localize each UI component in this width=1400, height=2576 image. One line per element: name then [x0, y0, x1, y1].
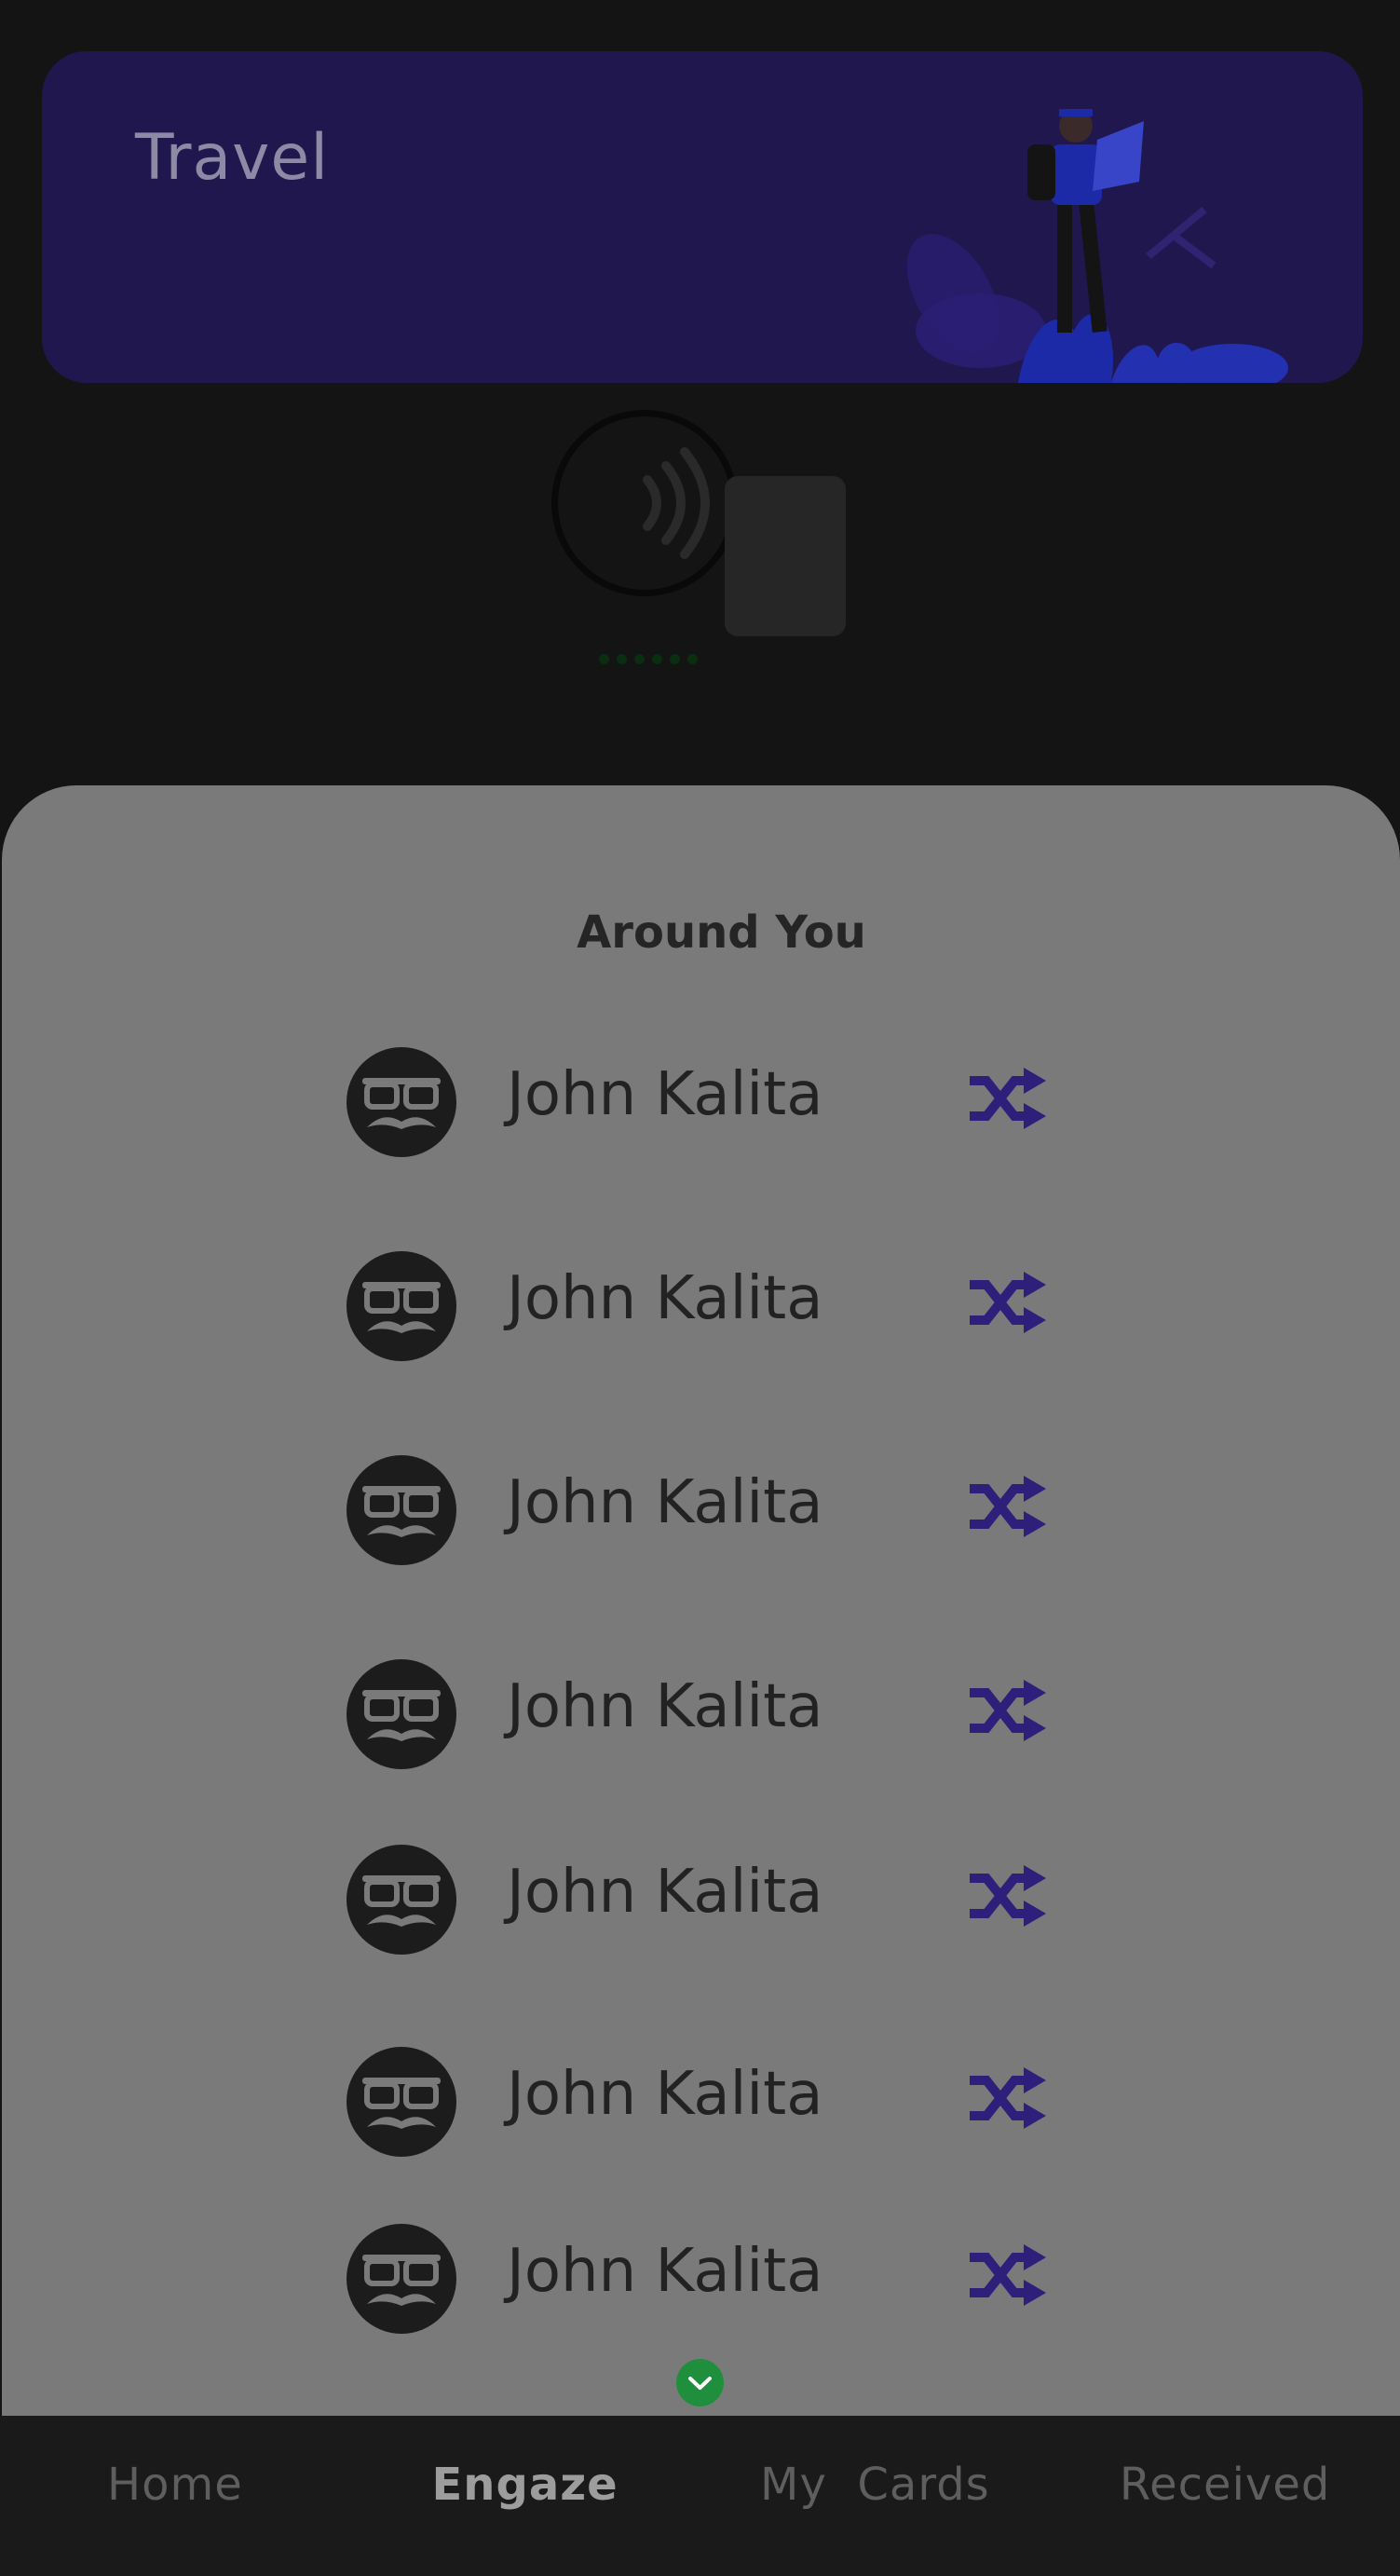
nfc-icon — [643, 447, 710, 559]
incognito-avatar-icon — [347, 1251, 456, 1361]
around-you-sheet: Around You — [2, 785, 1400, 2425]
person-name: John Kalita — [507, 2237, 823, 2306]
traveler-illustration — [906, 109, 1288, 383]
chevron-down-icon — [688, 2377, 712, 2390]
person-name: John Kalita — [507, 1264, 823, 1333]
banner-title: Travel — [135, 121, 330, 195]
person-name: John Kalita — [507, 2060, 823, 2129]
nav-received[interactable]: Received — [1050, 2416, 1400, 2576]
incognito-avatar-icon — [347, 1845, 456, 1955]
person-row[interactable]: John Kalita — [347, 1047, 1054, 1157]
expand-sheet-button[interactable] — [676, 2359, 724, 2406]
shuffle-swap-icon[interactable] — [966, 2242, 1048, 2308]
person-row[interactable]: John Kalita — [347, 1455, 1054, 1565]
nav-home[interactable]: Home — [0, 2416, 350, 2576]
nav-my-cards[interactable]: My Cards — [700, 2416, 1051, 2576]
nav-engaze[interactable]: Engaze — [350, 2416, 700, 2576]
loading-dots — [599, 654, 698, 664]
person-row[interactable]: John Kalita — [347, 1845, 1054, 1955]
travel-banner[interactable]: Travel — [42, 51, 1363, 383]
person-name: John Kalita — [507, 1060, 823, 1129]
incognito-avatar-icon — [347, 2047, 456, 2157]
person-name: John Kalita — [507, 1468, 823, 1537]
incognito-avatar-icon — [347, 1659, 456, 1769]
shuffle-swap-icon[interactable] — [966, 1678, 1048, 1743]
shuffle-swap-icon[interactable] — [966, 2065, 1048, 2131]
person-row[interactable]: John Kalita — [347, 2224, 1054, 2334]
person-name: John Kalita — [507, 1672, 823, 1741]
sheet-title: Around You — [577, 906, 866, 959]
shuffle-swap-icon[interactable] — [966, 1270, 1048, 1335]
person-row[interactable]: John Kalita — [347, 2047, 1054, 2157]
person-row[interactable]: John Kalita — [347, 1659, 1054, 1769]
shuffle-swap-icon[interactable] — [966, 1066, 1048, 1131]
shuffle-swap-icon[interactable] — [966, 1474, 1048, 1539]
bottom-navigation: Home Engaze My Cards Received — [0, 2416, 1400, 2576]
phone-card — [725, 476, 846, 636]
nfc-tap-illustration — [545, 405, 862, 685]
incognito-avatar-icon — [347, 1455, 456, 1565]
person-name: John Kalita — [507, 1858, 823, 1927]
incognito-avatar-icon — [347, 1047, 456, 1157]
shuffle-swap-icon[interactable] — [966, 1863, 1048, 1929]
incognito-avatar-icon — [347, 2224, 456, 2334]
person-row[interactable]: John Kalita — [347, 1251, 1054, 1361]
